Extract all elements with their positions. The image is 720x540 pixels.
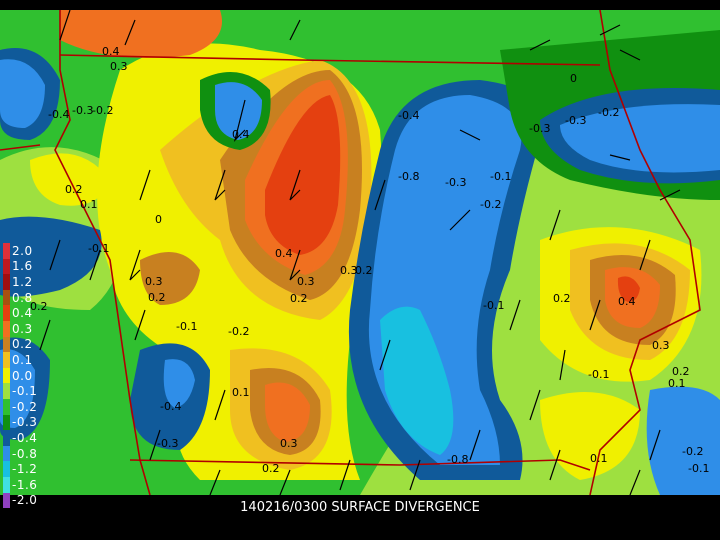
legend-entry: -1.2 [3,461,49,477]
legend-label: -0.1 [12,384,38,399]
contour-label: -0.3 [157,437,178,450]
legend-label: -0.3 [12,415,38,430]
legend-entry: -0.8 [3,445,49,462]
contour-label: -0.2 [598,106,619,119]
contour-label: 0 [155,213,162,226]
contour-label: -0.4 [398,109,419,122]
contour-label: 0.2 [355,264,373,277]
contour-label: 0.4 [618,295,636,308]
contour-label: -0.4 [48,108,69,121]
contour-label: -0.8 [398,170,419,183]
legend-entry: 1.6 [3,258,49,275]
legend-swatch [3,274,10,290]
contour-label: -0.1 [176,320,197,333]
contour-label: -0.1 [483,299,504,312]
legend-swatch [3,461,10,477]
contour-label: -0.3 [72,104,93,117]
contour-label: 0.1 [668,377,686,390]
contour-label: 0.2 [672,365,690,378]
legend-label: -0.2 [12,399,38,414]
legend-entry: 0.8 [3,289,49,306]
legend-label: 0.1 [12,352,33,367]
contour-label: 0.1 [80,198,98,211]
contour-label: 0.2 [290,292,308,305]
contour-label: 0.3 [280,437,298,450]
legend-swatch [3,445,10,462]
contour-label: -0.2 [682,445,703,458]
legend-entry: -0.2 [3,398,49,415]
legend-label: -0.8 [12,446,38,461]
legend-entry: -0.3 [3,414,49,431]
divergence-map: 0.4 0.3 -0.4 -0.3 -0.2 0.2 0.1 0 -0.1 -0… [0,10,720,495]
contour-label: 0.3 [110,60,128,73]
contour-label: 0.4 [102,45,120,58]
legend-label: 0.2 [12,337,33,352]
legend-entry: -0.4 [3,430,49,446]
legend-entry: 0.3 [3,320,49,337]
contour-label: 0.4 [275,247,293,260]
legend-swatch [3,398,10,415]
contour-label: 0.1 [232,386,250,399]
legend-label: 2.0 [12,243,33,258]
color-legend: 2.0 1.6 1.2 0.8 0.4 0.3 0.2 0.1 0.0 -0.1 -0.2 -0.3-… [3,243,49,509]
legend-label: 0.0 [12,368,33,383]
legend-entry: -0.1 [3,383,49,399]
legend-swatch [3,243,10,259]
contour-label: 0.3 [652,339,670,352]
legend-swatch [3,476,10,493]
legend-swatch [3,336,10,353]
contour-label: -0.3 [529,122,550,135]
legend-swatch [3,430,10,446]
contour-label: -0.1 [490,170,511,183]
legend-entry: 0.4 [3,305,49,321]
legend-label: -1.6 [12,477,38,492]
contour-label: 0.4 [232,128,250,141]
legend-entry: -1.6 [3,476,49,493]
contour-label: -0.2 [480,198,501,211]
legend-entry: 0.1 [3,352,49,368]
legend-label: 0.3 [12,321,33,336]
contour-label: -0.1 [88,242,109,255]
contour-label: -0.1 [588,368,609,381]
legend-swatch [3,320,10,337]
contour-label: -0.4 [160,400,181,413]
contour-label: 0.3 [297,275,315,288]
contour-label: -0.1 [688,462,709,475]
legend-swatch [3,289,10,306]
legend-label: 1.2 [12,274,33,289]
legend-entry: 0.0 [3,367,49,384]
legend-label: 0.4 [12,306,33,321]
contour-label: 0.1 [590,452,608,465]
contour-label: -0.2 [228,325,249,338]
contour-label: 0.2 [65,183,83,196]
legend-entry: 1.2 [3,274,49,290]
contour-label: 0.3 [145,275,163,288]
contour-label: -0.3 [445,176,466,189]
contour-label: 0.2 [262,462,280,475]
contour-label: 0.2 [553,292,571,305]
legend-swatch [3,383,10,399]
contour-label: -0.3 [565,114,586,127]
legend-swatch [3,258,10,275]
legend-swatch [3,305,10,321]
map-caption: 140216/0300 SURFACE DIVERGENCE [240,500,480,515]
legend-label: 0.8 [12,290,33,305]
legend-label: 1.6 [12,259,33,274]
legend-entry: 2.0 [3,243,49,259]
contour-label: -0.8 [447,453,468,466]
field-blue-se [646,386,720,495]
contour-label: -0.2 [92,104,113,117]
legend-label: -1.2 [12,462,38,477]
legend-swatch [3,414,10,431]
legend-swatch [3,352,10,368]
legend-entry: 0.2 [3,336,49,353]
legend-swatch [3,367,10,384]
legend-label: -0.4 [12,430,38,445]
contour-label: 0 [570,72,577,85]
contour-label: 0.2 [148,291,166,304]
